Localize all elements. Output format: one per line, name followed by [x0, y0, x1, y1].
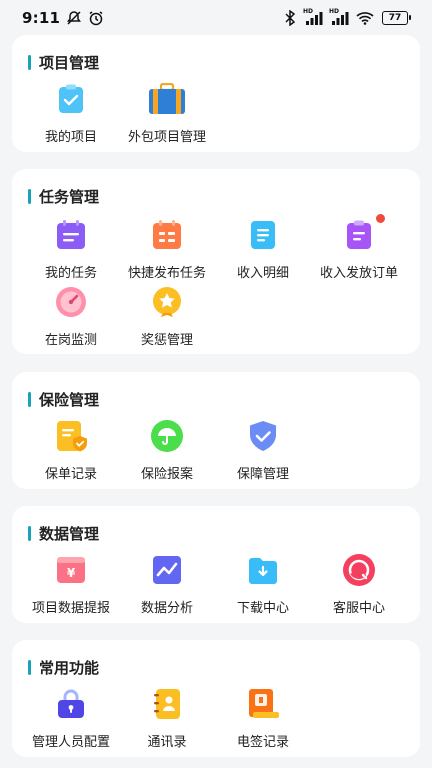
policy-shield-icon [55, 420, 87, 452]
section-data-management: 数据管理 ¥ 项目数据提报 数据分析 下载中心 客服中心 [12, 506, 420, 623]
section-title-text: 数据管理 [39, 525, 100, 543]
item-my-tasks[interactable]: 我的任务 [22, 219, 120, 281]
item-label: 收入发放订单 [319, 266, 398, 281]
hd-badge: HD [303, 8, 314, 15]
status-time: 9:11 [22, 9, 61, 27]
section-insurance-management: 保险管理 保单记录 保险报案 保障管理 [12, 372, 420, 489]
section-task-management: 任务管理 我的任务 快捷发布任务 收入明细 收入发放订单 在岗监测 奖惩管理 [12, 169, 420, 354]
wifi-icon [356, 10, 374, 26]
item-my-projects[interactable]: 我的项目 [22, 83, 120, 145]
title-accent-bar [28, 392, 31, 407]
item-label: 保单记录 [44, 467, 97, 482]
order-clipboard-icon [343, 214, 385, 251]
download-folder-icon [247, 554, 279, 586]
yuan-wallet-icon: ¥ [55, 554, 87, 586]
section-project-management: 项目管理 我的项目 外包项目管理 [12, 35, 420, 152]
gauge-icon [55, 286, 87, 318]
item-e-sign-records[interactable]: 电签记录 [214, 688, 312, 750]
battery-level: 77 [388, 13, 402, 23]
title-accent-bar [28, 55, 31, 70]
item-project-data-submission[interactable]: ¥ 项目数据提报 [22, 554, 120, 616]
section-title-text: 项目管理 [39, 54, 100, 72]
item-label: 我的项目 [44, 130, 97, 145]
item-manager-configuration[interactable]: 管理人员配置 [22, 688, 120, 750]
e-sign-icon [247, 688, 279, 720]
item-label: 在岗监测 [44, 333, 97, 348]
title-accent-bar [28, 526, 31, 541]
item-label: 管理人员配置 [31, 735, 110, 750]
item-label: 通讯录 [147, 735, 187, 750]
shield-check-icon [247, 420, 279, 452]
hd-badge: HD [329, 8, 340, 15]
line-chart-icon [151, 554, 183, 586]
item-coverage-management[interactable]: 保障管理 [214, 420, 312, 482]
calendar-list-icon [55, 219, 87, 251]
item-on-duty-monitoring[interactable]: 在岗监测 [22, 286, 120, 348]
section-title: 常用功能 [28, 657, 99, 678]
section-title-text: 常用功能 [39, 659, 100, 677]
section-title: 项目管理 [28, 52, 99, 73]
document-list-icon [247, 219, 279, 251]
item-label: 项目数据提报 [31, 601, 110, 616]
bluetooth-icon [282, 10, 298, 26]
item-data-analysis[interactable]: 数据分析 [118, 554, 216, 616]
item-outsourced-projects[interactable]: 外包项目管理 [118, 82, 216, 145]
calendar-publish-icon [151, 219, 183, 251]
item-label: 保险报案 [140, 467, 193, 482]
star-medal-icon [151, 286, 183, 318]
item-label: 电签记录 [236, 735, 289, 750]
customer-service-icon [343, 554, 375, 586]
section-title: 保险管理 [28, 389, 99, 410]
section-common-functions: 常用功能 管理人员配置 通讯录 电签记录 [12, 640, 420, 757]
notification-dot [376, 214, 385, 223]
section-title-text: 保险管理 [39, 391, 100, 409]
item-customer-service-center[interactable]: 客服中心 [310, 554, 408, 616]
contacts-book-icon [151, 688, 183, 720]
item-label: 奖惩管理 [140, 333, 193, 348]
item-label: 我的任务 [44, 266, 97, 281]
item-insurance-claim[interactable]: 保险报案 [118, 420, 216, 482]
item-label: 收入明细 [236, 266, 289, 281]
item-label: 下载中心 [236, 601, 289, 616]
item-download-center[interactable]: 下载中心 [214, 554, 312, 616]
cell-signal-2-icon: HD [329, 8, 350, 26]
item-income-details[interactable]: 收入明细 [214, 219, 312, 281]
title-accent-bar [28, 660, 31, 675]
clipboard-check-icon [55, 83, 87, 115]
alarm-icon [88, 10, 104, 26]
title-accent-bar [28, 189, 31, 204]
section-title: 数据管理 [28, 523, 99, 544]
section-title-text: 任务管理 [39, 188, 100, 206]
briefcase-icon [148, 82, 186, 115]
item-policy-records[interactable]: 保单记录 [22, 420, 120, 482]
item-income-payment-orders[interactable]: 收入发放订单 [310, 214, 408, 281]
mute-notification-icon [66, 10, 82, 26]
item-quick-publish-task[interactable]: 快捷发布任务 [118, 219, 216, 281]
lock-user-icon [55, 688, 87, 720]
item-contacts[interactable]: 通讯录 [118, 688, 216, 750]
status-bar: 9:11 HD HD 77 [0, 0, 432, 36]
section-title: 任务管理 [28, 186, 99, 207]
item-label: 保障管理 [236, 467, 289, 482]
battery-icon: 77 [382, 11, 411, 25]
svg-text:¥: ¥ [67, 566, 76, 580]
cell-signal-1-icon: HD [303, 8, 324, 26]
item-label: 外包项目管理 [127, 130, 206, 145]
item-label: 客服中心 [332, 601, 385, 616]
item-label: 数据分析 [140, 601, 193, 616]
item-rewards-penalties[interactable]: 奖惩管理 [118, 286, 216, 348]
umbrella-icon [151, 420, 183, 452]
item-label: 快捷发布任务 [127, 266, 206, 281]
